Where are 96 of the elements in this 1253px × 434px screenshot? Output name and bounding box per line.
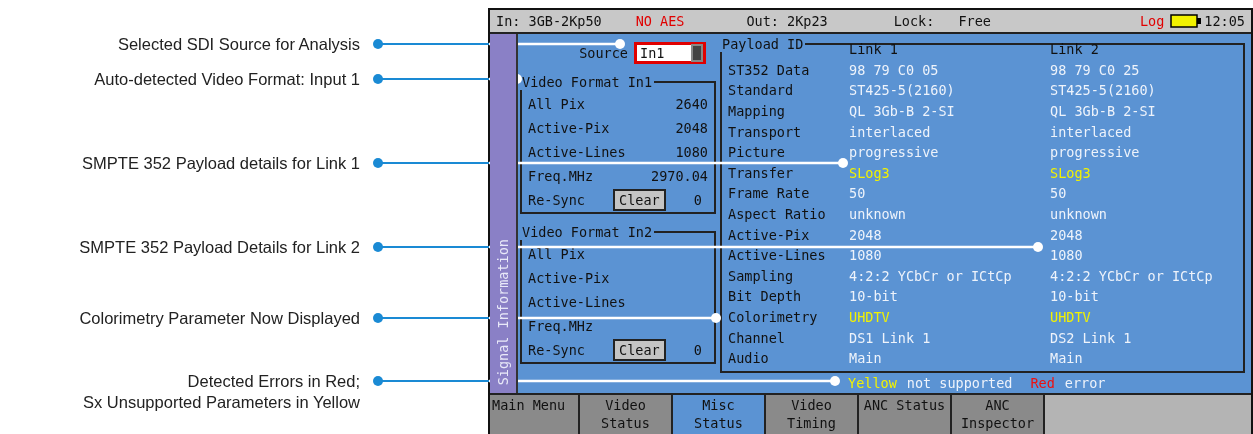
- field-label: Channel: [728, 329, 786, 346]
- menu-tab[interactable]: ANC Inspector: [952, 395, 1045, 434]
- field-value: ST425-5(2160): [1050, 82, 1157, 99]
- field-value: QL 3Gb-B 2-SI: [849, 103, 956, 120]
- menu-tab[interactable]: Video Timing: [766, 395, 859, 434]
- callout-label: Selected SDI Source for Analysis: [117, 34, 360, 55]
- field-value: QL 3Gb-B 2-SI: [1050, 103, 1157, 120]
- column-header: Link 2: [1050, 41, 1100, 58]
- field-label: Transfer: [728, 164, 795, 181]
- callout-label: Sx Unsupported Parameters in Yellow: [83, 392, 360, 413]
- field-value: 1080: [1050, 247, 1084, 264]
- callout-label: Colorimetry Parameter Now Displayed: [79, 308, 360, 329]
- field-value: unknown: [1050, 206, 1108, 223]
- field-label: Audio: [728, 350, 770, 367]
- field-label: Freq.MHz: [528, 318, 594, 334]
- field-value: 4:2:2 YCbCr or ICtCp: [1050, 267, 1214, 284]
- lock-value: Free: [958, 13, 991, 29]
- panel-title: Video Format In2: [521, 224, 654, 240]
- field-label: Colorimetry: [728, 309, 819, 325]
- callout-label: SMPTE 352 Payload Details for Link 2: [79, 237, 360, 258]
- log-indicator: Log: [1139, 13, 1165, 29]
- battery-icon: [1170, 14, 1203, 28]
- lock-label: Lock:: [893, 13, 935, 29]
- field-value: 2640: [675, 96, 708, 112]
- field-value: UHDTV: [1050, 309, 1092, 325]
- side-tab[interactable]: Signal Information: [490, 34, 518, 393]
- field-value: SLog3: [1050, 164, 1092, 181]
- field-label: Re-Sync: [528, 192, 585, 208]
- menu-tab[interactable]: Main Menu: [490, 395, 580, 434]
- field-label: Aspect Ratio: [728, 206, 827, 223]
- field-value: 10-bit: [1050, 288, 1100, 305]
- field-value: 1080: [849, 247, 883, 264]
- field-value: interlaced: [849, 123, 932, 140]
- field-value: 50: [1050, 185, 1068, 202]
- field-label: Bit Depth: [728, 288, 803, 305]
- field-label: All Pix: [528, 96, 585, 112]
- field-value: 98 79 C0 25: [1050, 61, 1141, 78]
- field-value: UHDTV: [849, 309, 891, 325]
- panel-title: Payload ID: [721, 36, 805, 52]
- clock: 12:05: [1204, 13, 1245, 29]
- field-value: 4:2:2 YCbCr or ICtCp: [849, 267, 1013, 284]
- menu-tab[interactable]: ANC Status: [859, 395, 952, 434]
- source-dropdown[interactable]: In1: [634, 42, 706, 64]
- field-value: 2970.04: [651, 168, 708, 184]
- field-value: 98 79 C0 05: [849, 61, 940, 78]
- panel-title: Video Format In1: [521, 74, 654, 90]
- list-icon: [691, 44, 703, 62]
- menu-tab[interactable]: Video Status: [580, 395, 673, 434]
- field-label: Active-Lines: [528, 144, 626, 160]
- field-value: interlaced: [1050, 123, 1133, 140]
- field-value: progressive: [1050, 144, 1141, 161]
- field-value: 2048: [675, 120, 708, 136]
- source-label: Source: [579, 45, 628, 61]
- legend-text: not supported: [906, 374, 1013, 391]
- field-label: Mapping: [728, 103, 786, 120]
- field-label: Standard: [728, 82, 795, 99]
- field-value: unknown: [849, 206, 907, 223]
- field-label: Sampling: [728, 267, 795, 284]
- field-value: progressive: [849, 144, 940, 161]
- callout-label: SMPTE 352 Payload details for Link 1: [82, 153, 360, 174]
- field-label: Active-Lines: [728, 247, 827, 264]
- field-label: Transport: [728, 123, 803, 140]
- clear-button[interactable]: Clear: [613, 339, 666, 361]
- field-value: 50: [849, 185, 867, 202]
- field-label: Frame Rate: [728, 185, 811, 202]
- callout-label: Detected Errors in Red;: [187, 371, 360, 392]
- field-value: Main: [849, 350, 883, 367]
- field-label: Active-Pix: [528, 120, 610, 136]
- field-value: 2048: [849, 226, 883, 243]
- output-format: Out: 2Kp23: [746, 13, 828, 29]
- field-label: Re-Sync: [528, 342, 585, 358]
- field-label: Active-Pix: [728, 226, 811, 243]
- field-label: Active-Pix: [528, 270, 610, 286]
- field-value: 0: [693, 342, 703, 358]
- field-label: All Pix: [528, 246, 585, 262]
- field-value: SLog3: [849, 164, 891, 181]
- legend-text: Red: [1030, 374, 1055, 391]
- field-label: Picture: [728, 144, 786, 161]
- field-label: Active-Lines: [528, 294, 626, 310]
- field-value: DS2 Link 1: [1050, 329, 1133, 346]
- field-value: 1080: [675, 144, 708, 160]
- field-value: ST425-5(2160): [849, 82, 956, 99]
- audio-warning: NO AES: [635, 13, 685, 29]
- legend-text: Yellow: [848, 374, 897, 391]
- callout-label: Auto-detected Video Format: Input 1: [94, 69, 360, 90]
- field-value: Main: [1050, 350, 1084, 367]
- field-label: ST352 Data: [728, 61, 811, 78]
- field-label: Freq.MHz: [528, 168, 594, 184]
- field-value: 2048: [1050, 226, 1084, 243]
- column-header: Link 1: [849, 41, 899, 58]
- field-value: 10-bit: [849, 288, 899, 305]
- field-value: 0: [693, 192, 703, 208]
- input-format: In: 3GB-2Kp50: [496, 13, 602, 29]
- clear-button[interactable]: Clear: [613, 189, 666, 211]
- legend-text: error: [1064, 374, 1106, 391]
- field-value: DS1 Link 1: [849, 329, 932, 346]
